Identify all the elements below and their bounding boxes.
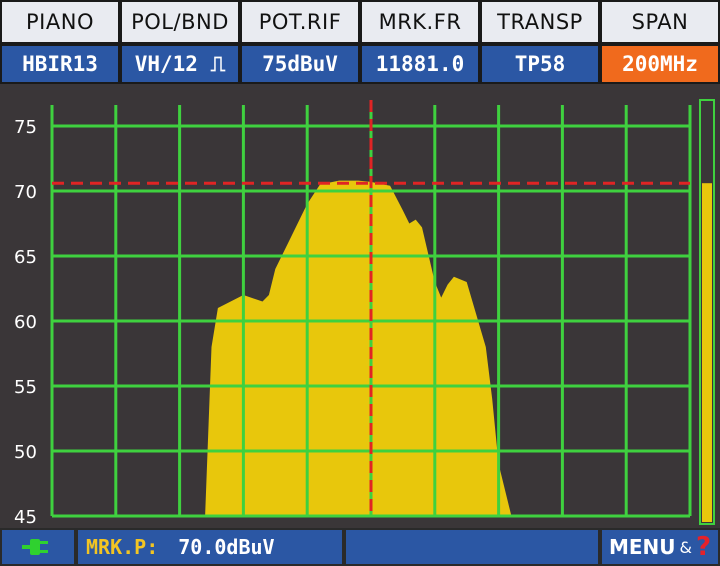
header-labels: PIANO POL/BND POT.RIF MRK.FR TRANSP SPAN — [0, 0, 720, 44]
value-span[interactable]: 200MHz — [600, 44, 720, 84]
label-transp[interactable]: TRANSP — [480, 0, 600, 44]
y-tick-label: 70 — [14, 182, 37, 203]
header-values: HBIR13 VH/12 ⎍ 75dBuV 11881.0 TP58 200MH… — [0, 44, 720, 84]
label-pot-rif[interactable]: POT.RIF — [240, 0, 360, 44]
value-pot-rif[interactable]: 75dBuV — [240, 44, 360, 84]
footer-blank — [344, 528, 600, 566]
label-span[interactable]: SPAN — [600, 0, 720, 44]
marker-power-label: MRK.P: — [86, 535, 159, 559]
footer-bar: MRK.P: 70.0dBuV MENU & ? — [0, 528, 720, 566]
value-mrk-fr[interactable]: 11881.0 — [360, 44, 480, 84]
menu-label: MENU — [608, 535, 676, 559]
menu-amp: & — [679, 537, 692, 557]
y-tick-label: 60 — [14, 312, 37, 333]
value-piano[interactable]: HBIR13 — [0, 44, 120, 84]
power-plug-icon — [22, 539, 48, 555]
y-tick-label: 50 — [14, 442, 37, 463]
y-tick-label: 75 — [14, 117, 37, 138]
label-mrk-fr[interactable]: MRK.FR — [360, 0, 480, 44]
marker-power-value: 70.0dBuV — [178, 535, 275, 559]
spectrum-plot[interactable]: 75 70 65 60 55 50 45 — [0, 84, 720, 528]
level-bar-fill — [702, 183, 712, 522]
y-tick-label: 55 — [14, 377, 37, 398]
marker-power: MRK.P: 70.0dBuV — [76, 528, 344, 566]
connector-button[interactable] — [0, 528, 76, 566]
value-transp[interactable]: TP58 — [480, 44, 600, 84]
menu-help-button[interactable]: MENU & ? — [600, 528, 720, 566]
value-pol-bnd[interactable]: VH/12 ⎍ — [120, 44, 240, 84]
help-icon: ? — [695, 532, 712, 562]
y-tick-label: 45 — [14, 507, 37, 528]
y-tick-label: 65 — [14, 247, 37, 268]
analyzer-screen: PIANO POL/BND POT.RIF MRK.FR TRANSP SPAN… — [0, 0, 720, 566]
label-pol-bnd[interactable]: POL/BND — [120, 0, 240, 44]
label-piano[interactable]: PIANO — [0, 0, 120, 44]
